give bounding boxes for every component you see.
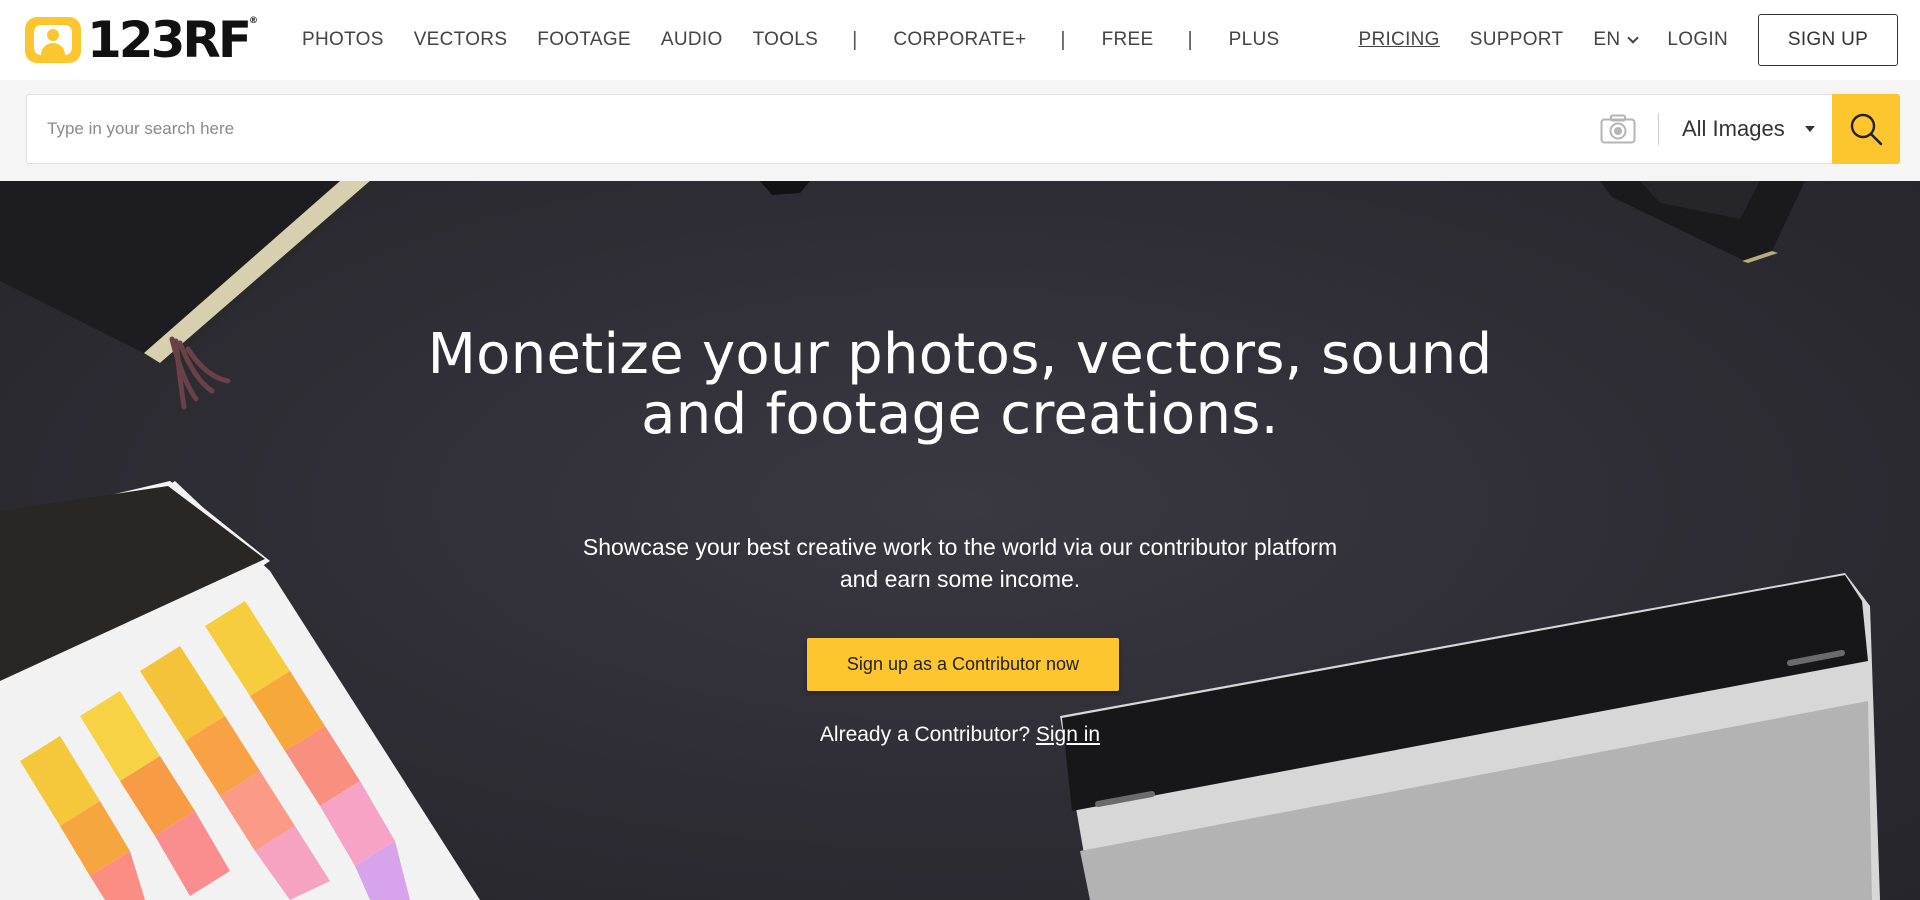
image-type-select[interactable]: All Images	[1682, 95, 1815, 163]
nav-vectors[interactable]: VECTORS	[414, 29, 508, 51]
nav-separator: |	[852, 28, 858, 51]
account-nav: PRICING SUPPORT EN LOGIN SIGN UP	[1358, 0, 1898, 80]
site-logo[interactable]: 123RF®	[25, 11, 259, 69]
hero-title: Monetize your photos, vectors, sound and …	[427, 322, 1493, 447]
contributor-signin-prompt: Already a Contributor? Sign in	[819, 723, 1101, 746]
signin-link[interactable]: Sign in	[1036, 723, 1100, 746]
search-button[interactable]	[1832, 94, 1900, 164]
caret-down-icon	[1804, 126, 1815, 132]
search-bar: All Images	[26, 94, 1900, 164]
nav-pricing[interactable]: PRICING	[1358, 29, 1439, 51]
hero-subtitle: Showcase your best creative work to the …	[582, 534, 1338, 592]
camera-icon[interactable]	[1600, 114, 1636, 144]
nav-photos[interactable]: PHOTOS	[302, 29, 384, 51]
language-label: EN	[1593, 29, 1621, 50]
nav-footage[interactable]: FOOTAGE	[537, 29, 631, 51]
nav-tools[interactable]: TOOLS	[753, 29, 819, 51]
hero-banner: Monetize your photos, vectors, sound and …	[0, 181, 1920, 900]
language-selector[interactable]: EN	[1593, 29, 1640, 51]
nav-plus[interactable]: PLUS	[1229, 29, 1280, 51]
nav-corporate-plus[interactable]: CORPORATE+	[893, 29, 1026, 51]
image-type-label: All Images	[1682, 116, 1785, 141]
camera-body-illustration	[1600, 181, 1805, 263]
nav-separator: |	[1060, 28, 1066, 51]
top-navigation: 123RF® PHOTOS VECTORS FOOTAGE AUDIO TOOL…	[0, 0, 1920, 80]
signup-button[interactable]: SIGN UP	[1758, 14, 1898, 66]
search-band: All Images	[0, 80, 1920, 181]
nav-support[interactable]: SUPPORT	[1470, 29, 1564, 51]
logo-wordmark: 123RF®	[87, 11, 259, 69]
nav-login[interactable]: LOGIN	[1667, 29, 1728, 51]
nav-audio[interactable]: AUDIO	[661, 29, 723, 51]
nav-free[interactable]: FREE	[1102, 29, 1154, 51]
magnifier-icon	[1850, 113, 1883, 146]
chevron-down-icon	[1627, 32, 1640, 44]
nav-separator: |	[1187, 28, 1193, 51]
contributor-signup-button[interactable]: Sign up as a Contributor now	[807, 638, 1119, 691]
search-divider	[1658, 113, 1659, 145]
main-nav: PHOTOS VECTORS FOOTAGE AUDIO TOOLS | COR…	[302, 0, 1310, 80]
search-input[interactable]	[47, 95, 1597, 163]
logo-camera-icon	[25, 17, 81, 63]
